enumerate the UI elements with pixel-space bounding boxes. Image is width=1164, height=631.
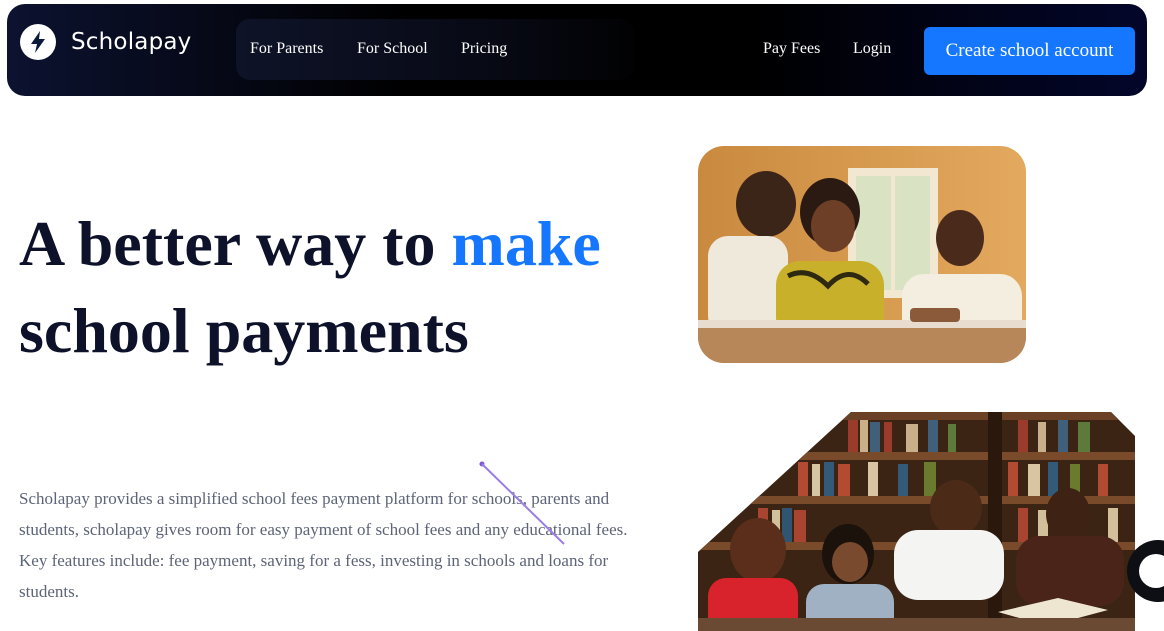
nav-link-pricing[interactable]: Pricing	[461, 40, 507, 58]
brand-name: Scholapay	[71, 29, 192, 55]
brand-logo[interactable]: Scholapay	[20, 24, 191, 60]
navbar: Scholapay For Parents For School Pricing…	[7, 4, 1147, 96]
create-school-account-button[interactable]: Create school account	[924, 27, 1135, 75]
chat-bubble-inner	[1139, 554, 1164, 588]
hero-image-library	[698, 412, 1135, 631]
nav-link-for-parents[interactable]: For Parents	[250, 40, 323, 58]
decorative-line	[479, 461, 565, 545]
hero-title-part2: school payments	[19, 295, 469, 366]
hero-image-classroom	[698, 146, 1026, 363]
lightning-bolt-icon	[20, 24, 56, 60]
hero-title: A better way to make school payments	[19, 200, 679, 374]
nav-link-for-school[interactable]: For School	[357, 40, 428, 58]
nav-link-login[interactable]: Login	[853, 40, 891, 58]
nav-link-pay-fees[interactable]: Pay Fees	[763, 40, 820, 58]
hero-title-accent: make	[451, 208, 601, 279]
hero-title-part1: A better way to	[19, 208, 452, 279]
